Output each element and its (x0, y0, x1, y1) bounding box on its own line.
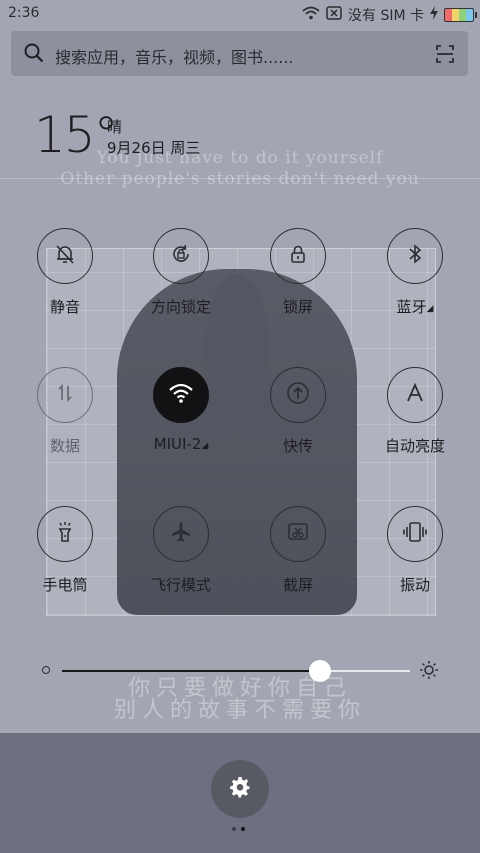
mute-bell-icon (53, 242, 77, 270)
weather-temperature: 15° (34, 106, 119, 164)
more-caret-icon: ◢ (201, 441, 209, 451)
brightness-slider[interactable] (62, 660, 410, 682)
toggle-lock-screen-button[interactable] (270, 228, 326, 284)
flashlight-icon (53, 520, 77, 548)
toggle-quick-transfer-button[interactable] (270, 367, 326, 423)
toggle-bluetooth-text: 蓝牙 (396, 298, 427, 316)
toggle-auto-brightness[interactable]: 自动亮度 (365, 367, 465, 456)
toggle-auto-brightness-label: 自动亮度 (384, 437, 445, 455)
page-indicator (232, 827, 245, 831)
toggle-wifi-label: MIUI-2◢ (131, 435, 231, 453)
toggle-screenshot-button[interactable] (270, 506, 326, 562)
toggle-mute-label: 静音 (49, 298, 80, 316)
wallpaper-quote-cn-2: 别人的故事不需要你 (113, 698, 366, 723)
more-caret-icon: ◢ (426, 304, 434, 314)
airplane-icon (169, 520, 193, 548)
toggle-quick-transfer[interactable]: 快传 (248, 367, 348, 456)
gear-icon (228, 775, 252, 803)
charging-icon (430, 6, 438, 24)
toggle-rotation-lock-button[interactable] (153, 228, 209, 284)
lock-icon (286, 242, 310, 270)
bluetooth-icon (403, 242, 427, 270)
mobile-data-icon (53, 381, 77, 409)
wifi-icon (302, 6, 320, 24)
toggle-bluetooth[interactable]: 蓝牙◢ (365, 228, 465, 317)
toggle-screenshot[interactable]: 截屏 (248, 506, 348, 595)
settings-button[interactable] (211, 760, 269, 818)
toggle-vibrate-label: 振动 (399, 576, 430, 594)
brightness-low-icon (42, 666, 50, 674)
toggle-quick-transfer-label: 快传 (282, 437, 313, 455)
toggle-mobile-data[interactable]: 数据 (15, 367, 115, 456)
toggle-flashlight[interactable]: 手电筒 (15, 506, 115, 595)
weather-date: 9月26日 周三 (107, 139, 201, 157)
toggle-vibrate[interactable]: 振动 (365, 506, 465, 595)
toggle-auto-brightness-button[interactable] (387, 367, 443, 423)
toggle-rotation-lock-label: 方向锁定 (150, 298, 211, 316)
wallpaper-quote-en-2: Other people's stories don't need you (60, 169, 420, 189)
toggle-mobile-data-label: 数据 (49, 437, 80, 455)
scan-icon[interactable] (436, 45, 454, 67)
brightness-high-icon (419, 660, 439, 684)
vibrate-icon (402, 520, 428, 548)
toggle-bluetooth-button[interactable] (387, 228, 443, 284)
brightness-slider-thumb[interactable] (308, 660, 331, 682)
toggle-mute-button[interactable] (37, 228, 93, 284)
toggle-mobile-data-button[interactable] (37, 367, 93, 423)
toggle-wifi-text: MIUI-2 (153, 435, 202, 453)
carrier-text: 没有 SIM 卡 (348, 8, 424, 24)
search-icon (24, 43, 44, 67)
weather-condition: 晴 (107, 118, 123, 136)
quick-transfer-icon (285, 380, 311, 410)
toggle-rotation-lock[interactable]: 方向锁定 (131, 228, 231, 317)
search-bar[interactable]: 搜索应用，音乐，视频，图书...... (11, 31, 468, 76)
screenshot-icon (286, 520, 310, 548)
status-time: 2:36 (8, 5, 40, 21)
brightness-slider-fill (62, 670, 320, 672)
no-sim-icon (326, 6, 342, 24)
page-dot (232, 827, 236, 831)
toggle-flashlight-label: 手电筒 (42, 576, 88, 594)
toggle-mute[interactable]: 静音 (15, 228, 115, 317)
toggle-airplane-button[interactable] (153, 506, 209, 562)
battery-icon (444, 8, 477, 22)
toggle-screenshot-label: 截屏 (282, 576, 313, 594)
toggle-flashlight-button[interactable] (37, 506, 93, 562)
toggle-lock-screen[interactable]: 锁屏 (248, 228, 348, 317)
toggle-wifi-button[interactable] (153, 367, 209, 423)
toggle-airplane-label: 飞行模式 (150, 576, 211, 594)
search-placeholder: 搜索应用，音乐，视频，图书...... (55, 48, 294, 67)
toggle-bluetooth-label: 蓝牙◢ (365, 296, 465, 317)
status-bar: 2:36 没有 SIM 卡 (0, 0, 480, 28)
wifi-icon (168, 382, 194, 408)
toggle-vibrate-button[interactable] (387, 506, 443, 562)
toggle-wifi[interactable]: MIUI-2◢ (131, 367, 231, 453)
rotation-lock-icon (169, 242, 193, 270)
toggle-airplane[interactable]: 飞行模式 (131, 506, 231, 595)
auto-brightness-icon (403, 381, 427, 409)
status-right: 没有 SIM 卡 (302, 5, 477, 25)
toggle-lock-screen-label: 锁屏 (282, 298, 313, 316)
page-dot-active (241, 827, 245, 831)
